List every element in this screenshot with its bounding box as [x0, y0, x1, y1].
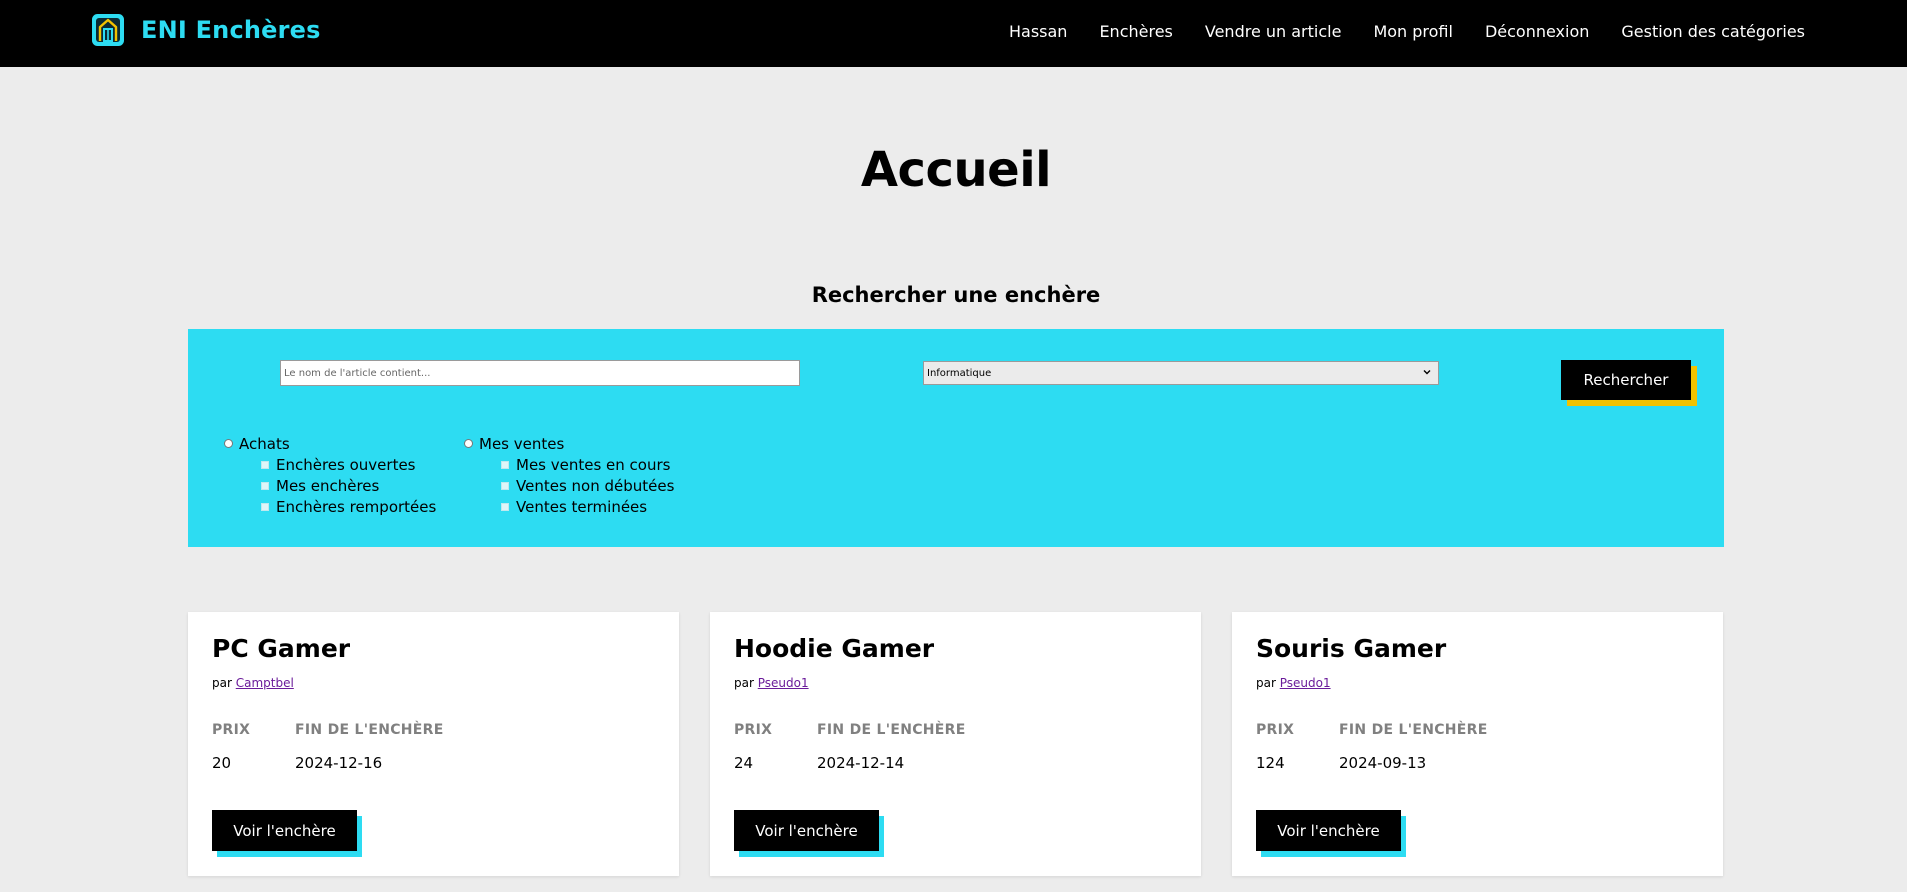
brand-name: ENI Enchères: [141, 16, 321, 44]
view-auction-button-wrapper: Voir l'enchère: [1256, 810, 1406, 857]
checkbox-encheres-remportees[interactable]: Enchères remportées: [261, 496, 436, 517]
radio-achats[interactable]: Achats: [224, 433, 436, 454]
filter-group-achats: Achats Enchères ouvertes Mes enchères En…: [224, 433, 436, 517]
chevron-down-icon: [1423, 370, 1431, 375]
end-date-value: 2024-09-13: [1339, 754, 1427, 772]
checkbox-encheres-ouvertes[interactable]: Enchères ouvertes: [261, 454, 436, 475]
filter-group-ventes: Mes ventes Mes ventes en cours Ventes no…: [464, 433, 674, 517]
checkbox-ventes-non-debutees[interactable]: Ventes non débutées: [501, 475, 674, 496]
end-date-value: 2024-12-16: [295, 754, 383, 772]
article-name-search-input[interactable]: [280, 360, 800, 386]
checkbox-label: Enchères ouvertes: [276, 455, 416, 474]
checkbox-label: Enchères remportées: [276, 497, 437, 516]
category-selected-value: Informatique: [927, 367, 992, 379]
nav-encheres[interactable]: Enchères: [1099, 22, 1172, 41]
auction-card: PC Gamer par Camptbel PRIX FIN DE L'ENCH…: [188, 612, 679, 876]
price-value: 124: [1256, 754, 1285, 772]
checkbox[interactable]: [501, 502, 509, 511]
search-button[interactable]: Rechercher: [1561, 360, 1691, 400]
seller-link[interactable]: Pseudo1: [758, 676, 809, 690]
price-value: 24: [734, 754, 754, 772]
view-auction-button[interactable]: Voir l'enchère: [1256, 810, 1401, 851]
category-select[interactable]: Informatique: [923, 361, 1439, 385]
card-title: PC Gamer: [212, 634, 351, 663]
radio-achats-label: Achats: [239, 434, 290, 453]
radio-mes-ventes[interactable]: Mes ventes: [464, 433, 674, 454]
home-window-icon: [92, 14, 124, 46]
card-seller: par Pseudo1: [734, 676, 809, 690]
nav-gestion-categories[interactable]: Gestion des catégories: [1621, 22, 1805, 41]
checkbox[interactable]: [261, 502, 269, 511]
seller-prefix: par: [734, 676, 754, 690]
checkbox[interactable]: [261, 460, 269, 469]
page-title: Accueil: [860, 142, 1052, 198]
view-auction-button[interactable]: Voir l'enchère: [734, 810, 879, 851]
end-date-label: FIN DE L'ENCHÈRE: [1339, 722, 1488, 738]
checkbox[interactable]: [261, 481, 269, 490]
end-date-value: 2024-12-14: [817, 754, 905, 772]
nav-vendre-article[interactable]: Vendre un article: [1205, 22, 1342, 41]
nav-deconnexion[interactable]: Déconnexion: [1485, 22, 1589, 41]
seller-prefix: par: [1256, 676, 1276, 690]
radio-button[interactable]: [464, 439, 473, 448]
checkbox-label: Mes enchères: [276, 476, 380, 495]
radio-mes-ventes-label: Mes ventes: [479, 434, 565, 453]
checkbox-ventes-en-cours[interactable]: Mes ventes en cours: [501, 454, 674, 475]
main-nav: Hassan Enchères Vendre un article Mon pr…: [1009, 0, 1805, 62]
end-date-label: FIN DE L'ENCHÈRE: [817, 722, 966, 738]
view-auction-button-wrapper: Voir l'enchère: [734, 810, 884, 857]
card-title: Souris Gamer: [1256, 634, 1447, 663]
price-label: PRIX: [734, 722, 773, 738]
radio-button[interactable]: [224, 439, 233, 448]
search-panel: Informatique Rechercher Achats Enchères …: [188, 329, 1724, 547]
view-auction-button[interactable]: Voir l'enchère: [212, 810, 357, 851]
card-seller: par Pseudo1: [1256, 676, 1331, 690]
view-auction-button-wrapper: Voir l'enchère: [212, 810, 362, 857]
checkbox[interactable]: [501, 481, 509, 490]
search-button-wrapper: Rechercher: [1561, 360, 1697, 406]
seller-link[interactable]: Pseudo1: [1280, 676, 1331, 690]
checkbox-label: Ventes terminées: [516, 497, 648, 516]
checkbox-label: Ventes non débutées: [516, 476, 675, 495]
brand-link[interactable]: ENI Enchères: [91, 13, 321, 47]
auction-card: Souris Gamer par Pseudo1 PRIX FIN DE L'E…: [1232, 612, 1723, 876]
search-section-title: Rechercher une enchère: [811, 283, 1101, 307]
seller-link[interactable]: Camptbel: [236, 676, 294, 690]
seller-prefix: par: [212, 676, 232, 690]
price-label: PRIX: [1256, 722, 1295, 738]
checkbox[interactable]: [501, 460, 509, 469]
price-label: PRIX: [212, 722, 251, 738]
nav-mon-profil[interactable]: Mon profil: [1373, 22, 1453, 41]
end-date-label: FIN DE L'ENCHÈRE: [295, 722, 444, 738]
nav-user-hassan[interactable]: Hassan: [1009, 22, 1067, 41]
checkbox-label: Mes ventes en cours: [516, 455, 671, 474]
auction-card: Hoodie Gamer par Pseudo1 PRIX FIN DE L'E…: [710, 612, 1201, 876]
card-title: Hoodie Gamer: [734, 634, 935, 663]
top-navbar: ENI Enchères Hassan Enchères Vendre un a…: [0, 0, 1907, 67]
price-value: 20: [212, 754, 232, 772]
card-seller: par Camptbel: [212, 676, 294, 690]
checkbox-mes-encheres[interactable]: Mes enchères: [261, 475, 436, 496]
checkbox-ventes-terminees[interactable]: Ventes terminées: [501, 496, 674, 517]
